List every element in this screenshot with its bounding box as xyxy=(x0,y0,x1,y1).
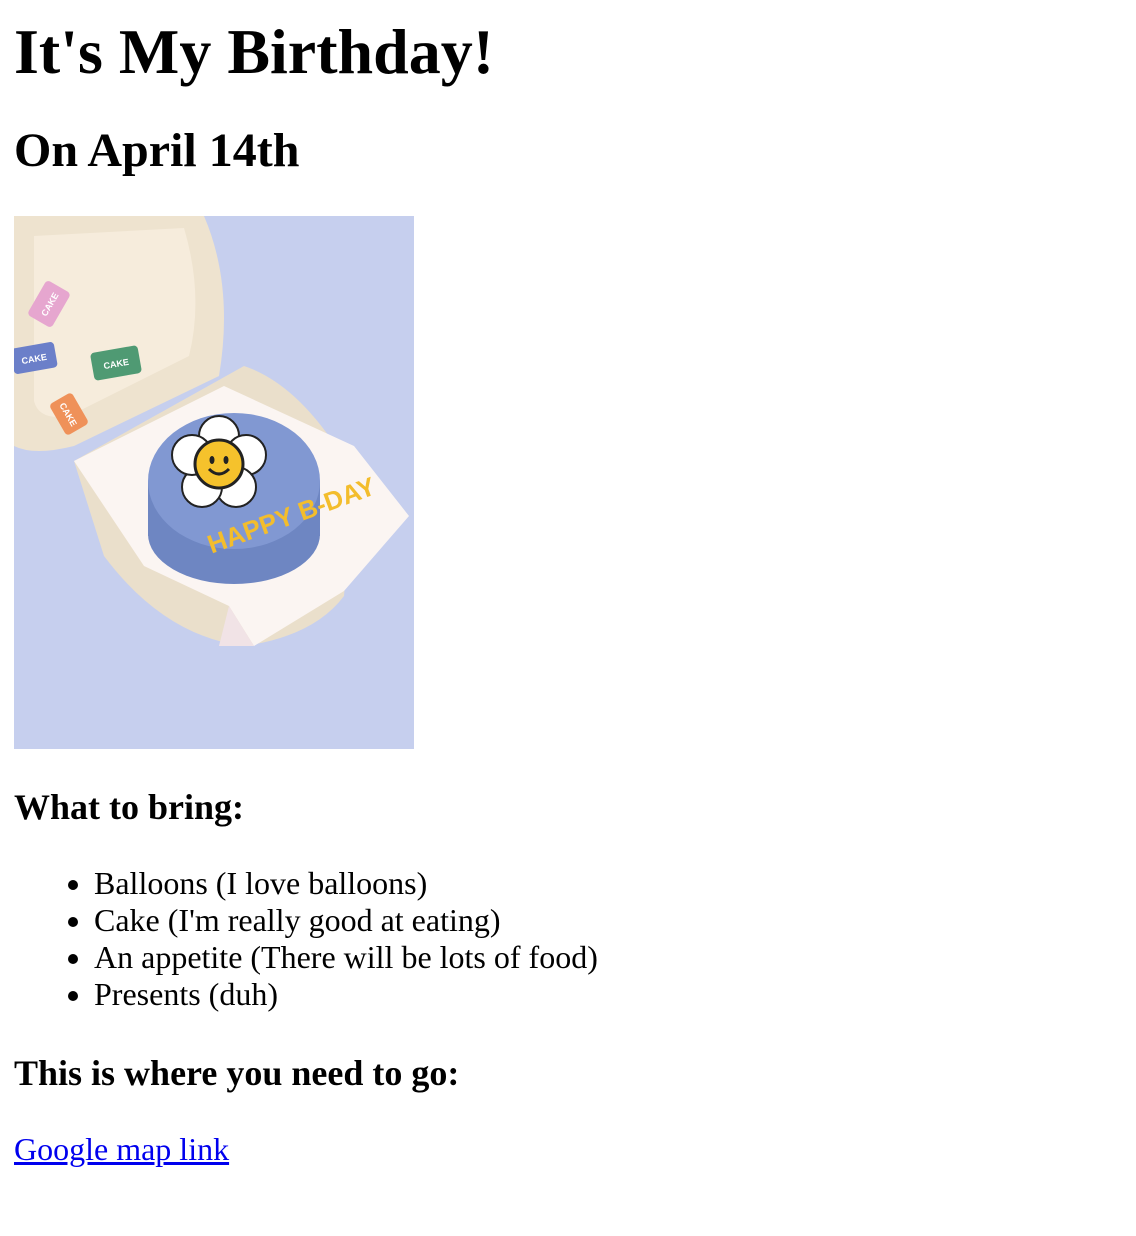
map-link-paragraph: Google map link xyxy=(14,1129,1122,1169)
date-subtitle: On April 14th xyxy=(14,124,300,177)
location-heading: This is where you need to go: xyxy=(14,1053,460,1093)
list-item: Presents (duh) xyxy=(94,976,1122,1013)
bring-list: Balloons (I love balloons) Cake (I'm rea… xyxy=(14,865,1122,1013)
list-item: Balloons (I love balloons) xyxy=(94,865,1122,902)
list-item: Cake (I'm really good at eating) xyxy=(94,902,1122,939)
list-item: An appetite (There will be lots of food) xyxy=(94,939,1122,976)
birthday-cake-photo: CAKE CAKE CAKE CAKE HAPPY B-DAY xyxy=(14,216,414,749)
page-title: It's My Birthday! xyxy=(14,16,494,87)
bring-heading: What to bring: xyxy=(14,787,245,827)
google-map-link[interactable]: Google map link xyxy=(14,1131,229,1167)
